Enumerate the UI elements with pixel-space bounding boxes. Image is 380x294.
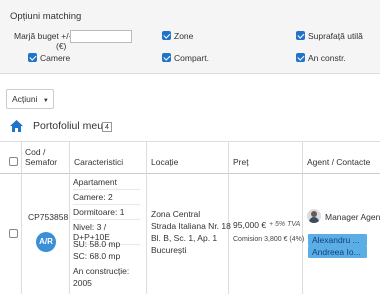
- zones-checkbox[interactable]: [162, 31, 171, 40]
- characteristic-usable-area: SU: 58.0 mp: [73, 239, 121, 249]
- characteristic-rooms: Camere: 2: [73, 192, 140, 205]
- column-divider: [146, 142, 147, 294]
- column-divider: [228, 142, 229, 294]
- column-divider: [69, 142, 70, 294]
- rooms-checkbox[interactable]: [28, 53, 37, 62]
- location-building: Bl. B, Sc. 1, Ap. 1: [151, 233, 218, 243]
- partitioning-checkbox[interactable]: [162, 53, 171, 62]
- characteristic-bedrooms: Dormitoare: 1: [73, 207, 140, 220]
- location-city: București: [151, 245, 187, 255]
- header-location[interactable]: Locație: [151, 157, 178, 167]
- header-characteristics[interactable]: Caracteristici: [74, 157, 123, 167]
- agent-avatar: [307, 209, 321, 223]
- construction-year-label: An constr.: [308, 53, 346, 63]
- status-badge: A/R: [36, 232, 56, 252]
- header-price[interactable]: Preț: [233, 157, 249, 167]
- actions-button-label: Acțiuni: [12, 94, 38, 104]
- actions-button[interactable]: Acțiuni ▼: [6, 89, 54, 109]
- portfolio-title: Portofoliul meu: [33, 120, 104, 132]
- characteristic-type: Apartament: [73, 177, 140, 190]
- portfolio-count-badge: 4: [102, 122, 112, 132]
- zones-label: Zone: [174, 31, 194, 41]
- panel-title: Opțiuni matching: [10, 11, 82, 22]
- price-value: 95,000 €: [233, 220, 267, 230]
- budget-margin-input[interactable]: [70, 30, 132, 43]
- budget-unit-label: (€): [56, 41, 67, 51]
- characteristic-year-label: An construcție:: [73, 266, 130, 276]
- usable-area-checkbox[interactable]: [296, 31, 305, 40]
- price-vat: + 5% TVA: [269, 221, 301, 228]
- chevron-down-icon: ▼: [42, 98, 49, 104]
- home-icon: [10, 120, 23, 132]
- agent-name[interactable]: Manager Agenti: [325, 212, 380, 222]
- property-code[interactable]: CP753858: [28, 212, 68, 222]
- location-zone: Zona Central: [151, 209, 201, 219]
- commission-value: Comision 3,800 € (4%): [233, 236, 305, 243]
- usable-area-label: Suprafață utilă: [308, 31, 363, 41]
- select-all-checkbox[interactable]: [9, 157, 18, 166]
- construction-year-checkbox[interactable]: [296, 53, 305, 62]
- characteristic-year-value: 2005: [73, 278, 92, 288]
- header-code-sub[interactable]: Semafor: [25, 157, 57, 167]
- row-checkbox[interactable]: [9, 229, 18, 238]
- header-code[interactable]: Cod /: [25, 147, 45, 157]
- contact-tag[interactable]: Andreea Io...: [308, 246, 367, 258]
- budget-label: Marjă buget +/-: [14, 31, 72, 41]
- column-divider: [302, 142, 303, 294]
- location-street: Strada Italiana Nr. 18: [151, 221, 231, 231]
- characteristic-built-area: SC: 68.0 mp: [73, 251, 121, 261]
- column-divider: [21, 142, 22, 294]
- rooms-label: Camere: [40, 53, 71, 63]
- header-agent[interactable]: Agent / Contacte: [307, 157, 370, 167]
- contact-tag[interactable]: Alexandru ...: [308, 234, 367, 246]
- partitioning-label: Compart.: [174, 53, 209, 63]
